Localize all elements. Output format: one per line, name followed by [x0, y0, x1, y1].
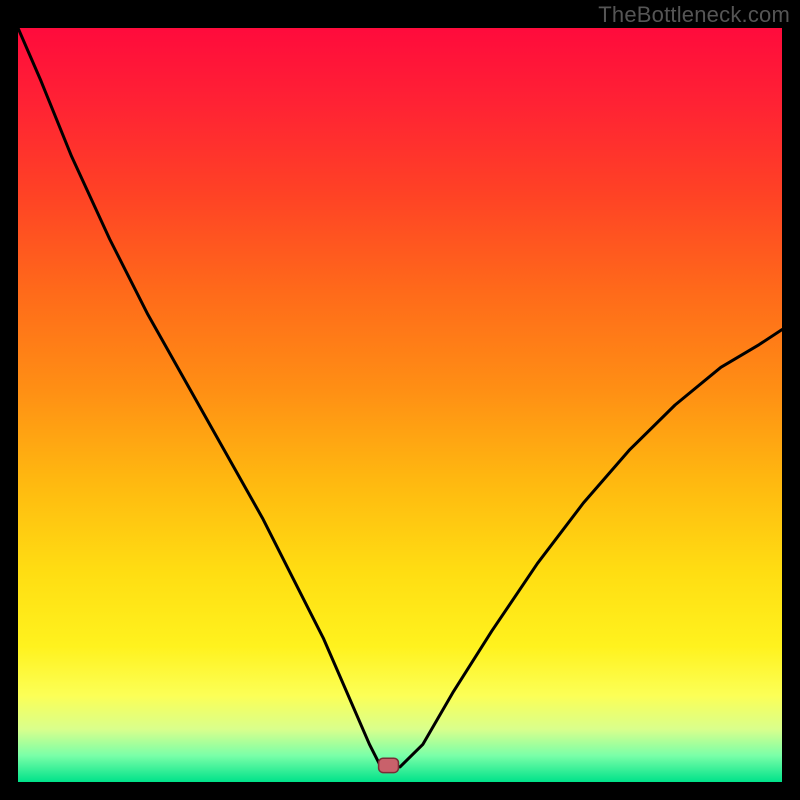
- bottleneck-chart: [18, 28, 782, 782]
- gradient-background: [18, 28, 782, 782]
- chart-frame: TheBottleneck.com: [0, 0, 800, 800]
- watermark-text: TheBottleneck.com: [598, 2, 790, 28]
- optimal-point-marker: [379, 758, 399, 772]
